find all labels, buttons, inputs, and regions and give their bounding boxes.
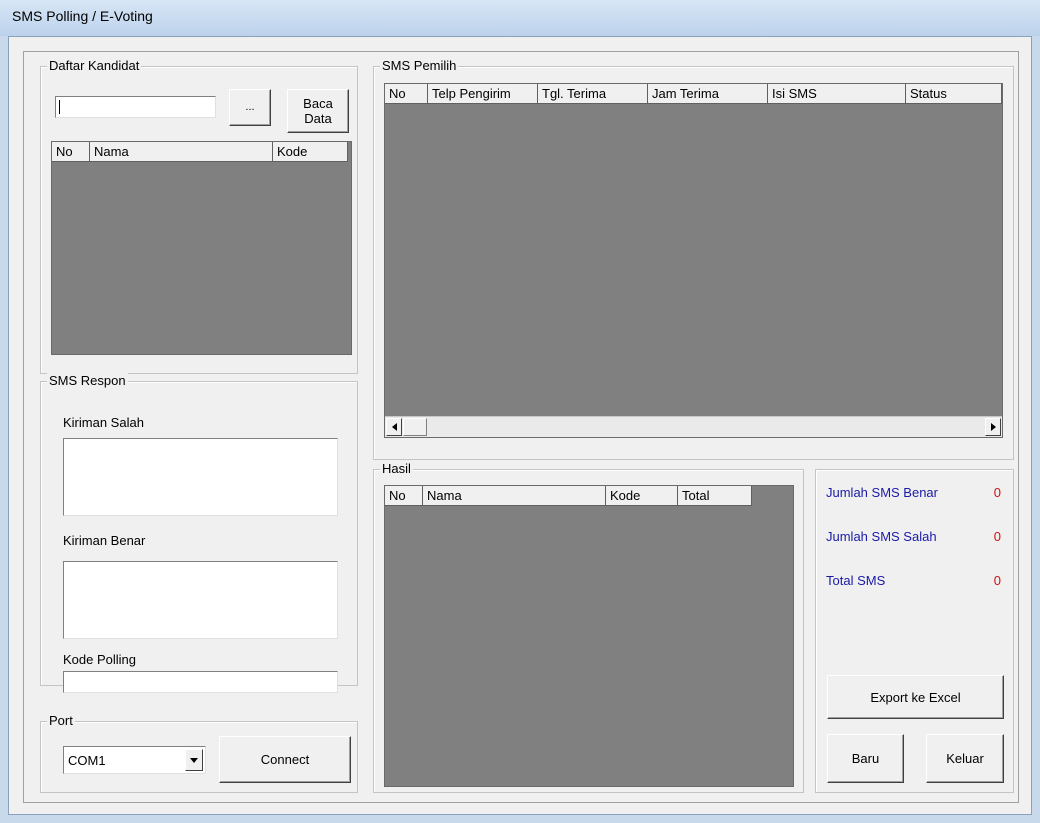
kandidat-grid[interactable]: No Nama Kode xyxy=(51,141,352,355)
main-window: SMS Polling / E-Voting Daftar Kandidat .… xyxy=(0,0,1040,823)
column-header[interactable]: Kode xyxy=(606,486,678,506)
column-header[interactable]: Kode xyxy=(273,142,348,162)
total-sms-label: Total SMS xyxy=(826,573,886,588)
column-header[interactable]: Total xyxy=(678,486,752,506)
file-path-input[interactable] xyxy=(55,96,216,118)
kiriman-benar-textarea[interactable] xyxy=(63,561,338,639)
sms-respon-group: SMS Respon Kiriman Salah Kiriman Benar K… xyxy=(40,373,358,693)
column-header[interactable]: No xyxy=(52,142,90,162)
column-header[interactable]: No xyxy=(385,486,423,506)
kandidat-grid-header: No Nama Kode xyxy=(52,142,348,162)
text-caret xyxy=(59,100,60,114)
kode-polling-input[interactable] xyxy=(63,671,338,693)
total-sms-value: 0 xyxy=(993,573,1001,588)
window-title: SMS Polling / E-Voting xyxy=(12,8,153,24)
port-selected-value: COM1 xyxy=(68,752,106,768)
column-header[interactable]: No xyxy=(385,84,428,104)
hasil-grid[interactable]: No Nama Kode Total xyxy=(384,485,794,787)
connect-label: Connect xyxy=(260,752,310,767)
kiriman-benar-label: Kiriman Benar xyxy=(63,533,146,548)
jumlah-sms-salah-label: Jumlah SMS Salah xyxy=(826,529,937,544)
window-client-area: Daftar Kandidat ... Baca Data No Nama Ko… xyxy=(8,36,1032,815)
scroll-right-icon[interactable] xyxy=(985,418,1001,436)
sms-pemilih-grid[interactable]: No Telp Pengirim Tgl. Terima Jam Terima … xyxy=(384,83,1003,438)
column-header[interactable]: Telp Pengirim xyxy=(428,84,538,104)
column-header[interactable]: Nama xyxy=(423,486,606,506)
daftar-kandidat-group: Daftar Kandidat ... Baca Data No Nama Ko… xyxy=(40,58,358,374)
scrollbar-thumb[interactable] xyxy=(403,418,427,436)
browse-button[interactable]: ... xyxy=(229,89,271,126)
title-bar[interactable]: SMS Polling / E-Voting xyxy=(0,0,1040,36)
port-select[interactable]: COM1 xyxy=(63,746,206,774)
column-header[interactable]: Tgl. Terima xyxy=(538,84,648,104)
baca-data-button[interactable]: Baca Data xyxy=(287,89,349,133)
baru-label: Baru xyxy=(851,751,880,766)
export-excel-button[interactable]: Export ke Excel xyxy=(827,675,1004,719)
jumlah-sms-benar-value: 0 xyxy=(993,485,1001,500)
group-title-hasil: Hasil xyxy=(380,461,413,477)
form-panel: Daftar Kandidat ... Baca Data No Nama Ko… xyxy=(23,51,1019,803)
group-title-sms-pemilih: SMS Pemilih xyxy=(380,58,459,74)
group-title-daftar-kandidat: Daftar Kandidat xyxy=(47,58,142,74)
jumlah-sms-benar-label: Jumlah SMS Benar xyxy=(826,485,938,500)
chevron-down-icon[interactable] xyxy=(185,749,203,771)
browse-label: ... xyxy=(245,101,255,113)
baca-data-label-line1: Baca xyxy=(303,96,333,111)
horizontal-scrollbar[interactable] xyxy=(385,416,1002,437)
scroll-left-icon[interactable] xyxy=(386,418,402,436)
column-header[interactable]: Nama xyxy=(90,142,273,162)
sms-pemilih-grid-header: No Telp Pengirim Tgl. Terima Jam Terima … xyxy=(385,84,1002,104)
hasil-group: Hasil No Nama Kode Total xyxy=(373,461,804,793)
summary-panel: Jumlah SMS Benar 0 Jumlah SMS Salah 0 To… xyxy=(815,469,1014,793)
jumlah-sms-salah-value: 0 xyxy=(993,529,1001,544)
column-header[interactable]: Jam Terima xyxy=(648,84,768,104)
group-title-sms-respon: SMS Respon xyxy=(47,373,128,389)
keluar-label: Keluar xyxy=(946,751,984,766)
column-header[interactable]: Status xyxy=(906,84,1002,104)
baca-data-label-line2: Data xyxy=(304,111,332,126)
group-title-port: Port xyxy=(47,713,75,729)
connect-button[interactable]: Connect xyxy=(219,736,351,783)
hasil-grid-header: No Nama Kode Total xyxy=(385,486,752,506)
export-excel-label: Export ke Excel xyxy=(870,689,961,705)
baru-button[interactable]: Baru xyxy=(827,734,904,783)
kiriman-salah-textarea[interactable] xyxy=(63,438,338,516)
sms-pemilih-group: SMS Pemilih No Telp Pengirim Tgl. Terima… xyxy=(373,58,1014,460)
kode-polling-label: Kode Polling xyxy=(63,652,136,667)
column-header[interactable]: Isi SMS xyxy=(768,84,906,104)
keluar-button[interactable]: Keluar xyxy=(926,734,1004,783)
port-group: Port COM1 Connect xyxy=(40,713,358,793)
kiriman-salah-label: Kiriman Salah xyxy=(63,415,144,430)
